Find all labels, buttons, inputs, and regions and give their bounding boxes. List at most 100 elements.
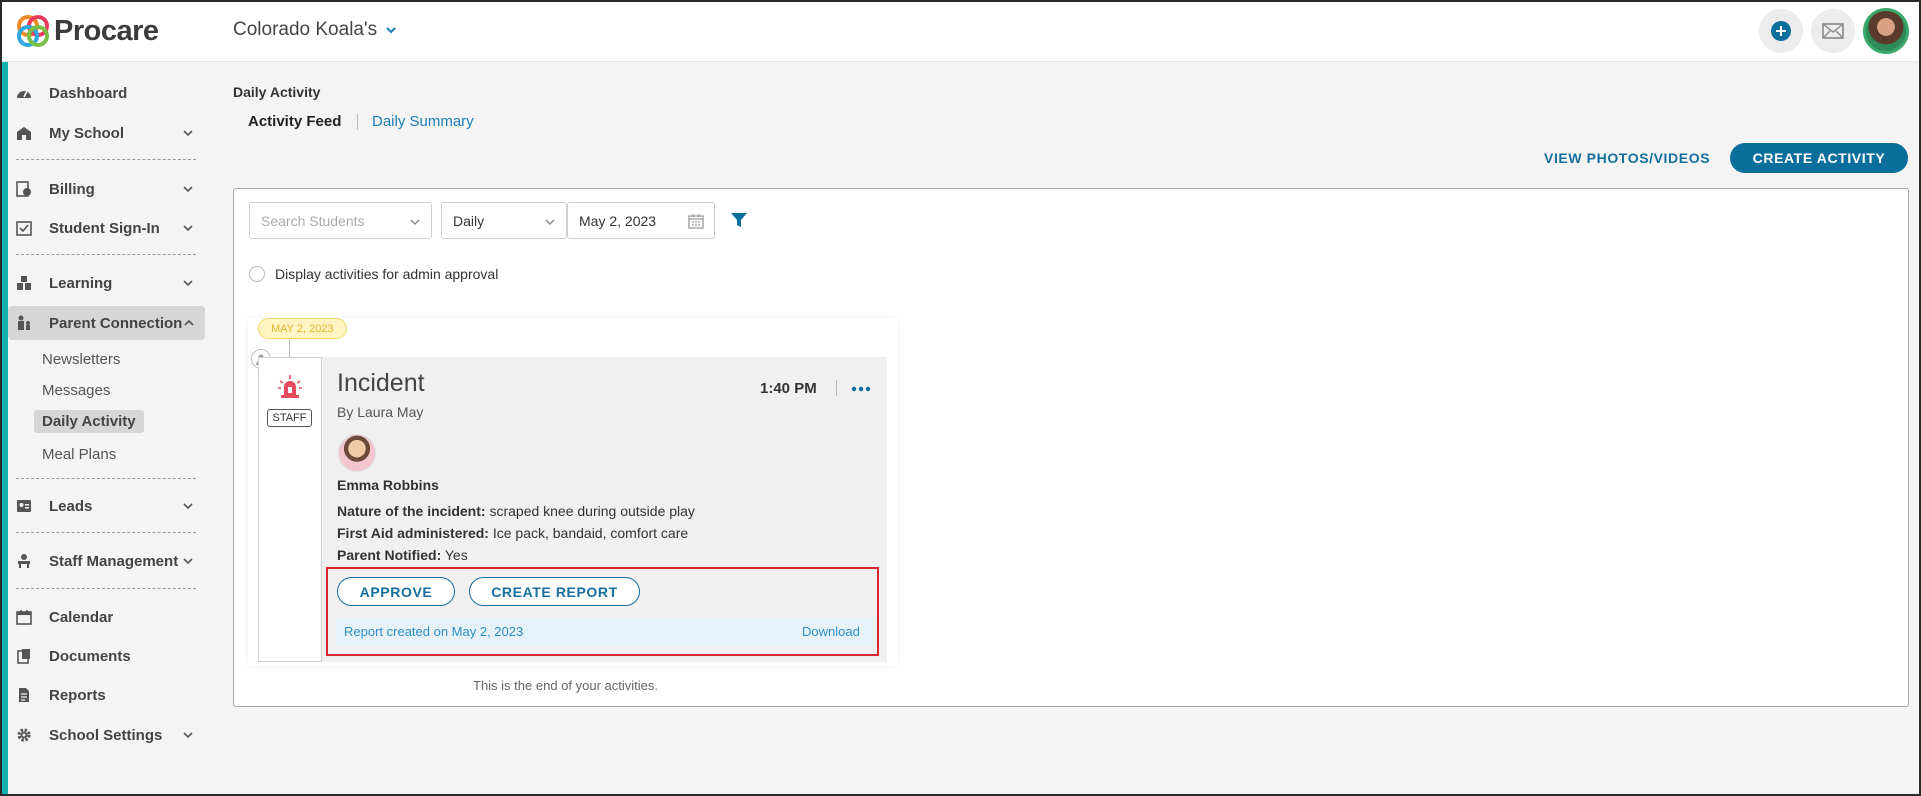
tab-activity-feed[interactable]: Activity Feed xyxy=(248,113,341,130)
end-of-activities-text: This is the end of your activities. xyxy=(473,678,658,693)
chevron-down-icon xyxy=(183,186,193,193)
radio-button[interactable] xyxy=(249,266,265,282)
messages-button[interactable] xyxy=(1811,9,1855,53)
calendar-icon xyxy=(16,609,32,625)
report-created-text: Report created on May 2, 2023 xyxy=(344,624,524,639)
chevron-down-icon xyxy=(183,503,193,510)
sidebar-subitem-daily-activity[interactable]: Daily Activity xyxy=(34,410,144,433)
more-options-icon[interactable] xyxy=(850,386,872,392)
calendar-icon xyxy=(688,214,704,229)
sidebar-item-dashboard[interactable]: Dashboard xyxy=(8,76,204,110)
divider xyxy=(16,478,196,479)
leads-icon xyxy=(16,498,32,514)
sidebar-item-reports[interactable]: Reports xyxy=(8,678,204,712)
billing-icon xyxy=(16,181,32,197)
user-avatar[interactable] xyxy=(1863,8,1909,54)
sidebar-item-label: My School xyxy=(49,124,125,142)
sidebar-item-label: Dashboard xyxy=(49,84,128,102)
student-avatar[interactable] xyxy=(338,434,376,472)
gear-icon xyxy=(16,727,32,743)
activity-time: 1:40 PM xyxy=(760,380,817,397)
sidebar-item-label: Leads xyxy=(49,497,93,515)
period-value: Daily xyxy=(453,212,485,229)
chevron-down-icon xyxy=(183,225,193,232)
sidebar-item-label: Learning xyxy=(49,274,113,292)
create-report-button[interactable]: CREATE REPORT xyxy=(469,577,640,606)
date-badge: MAY 2, 2023 xyxy=(258,318,347,339)
staff-icon xyxy=(16,553,32,569)
first-aid: First Aid administered: Ice pack, bandai… xyxy=(337,525,688,541)
detail-label: Parent Notified: xyxy=(337,547,442,563)
period-select[interactable]: Daily xyxy=(441,202,567,239)
chevron-down-icon xyxy=(183,558,193,565)
page-title: Daily Activity xyxy=(233,84,321,100)
sidebar-item-label: Documents xyxy=(49,647,131,665)
staff-badge: STAFF xyxy=(267,409,312,427)
parent-icon xyxy=(16,315,32,331)
sidebar-item-parent-connection[interactable]: Parent Connection xyxy=(8,306,205,340)
download-link[interactable]: Download xyxy=(802,624,860,639)
sidebar-subitem-newsletters[interactable]: Newsletters xyxy=(34,348,128,371)
sidebar-item-label: Parent Connection xyxy=(49,314,183,332)
school-name: Colorado Koala's xyxy=(233,19,378,40)
tab-daily-summary[interactable]: Daily Summary xyxy=(372,113,474,130)
top-bar: Procare Colorado Koala's xyxy=(0,0,1921,62)
divider xyxy=(16,254,196,255)
sidebar-item-learning[interactable]: Learning xyxy=(8,266,204,300)
search-students-select[interactable]: Search Students xyxy=(249,202,432,239)
sidebar-item-leads[interactable]: Leads xyxy=(8,489,204,523)
procare-logo[interactable]: Procare xyxy=(14,12,159,50)
sidebar-item-staff-management[interactable]: Staff Management xyxy=(8,544,204,578)
sidebar-item-school-settings[interactable]: School Settings xyxy=(8,718,204,752)
date-picker[interactable]: May 2, 2023 xyxy=(567,202,715,239)
siren-icon xyxy=(278,375,302,398)
procare-logo-icon xyxy=(17,15,49,47)
documents-icon xyxy=(16,648,32,664)
search-students-placeholder: Search Students xyxy=(261,212,365,229)
plus-circle-icon xyxy=(1771,21,1791,41)
sidebar-item-label: School Settings xyxy=(49,726,163,744)
chevron-down-icon xyxy=(545,219,555,225)
detail-label: Nature of the incident: xyxy=(337,503,486,519)
chevron-down-icon xyxy=(386,27,396,34)
sidebar-item-label: Student Sign-In xyxy=(49,219,160,237)
divider xyxy=(16,532,196,533)
sidebar-item-documents[interactable]: Documents xyxy=(8,639,204,673)
sidebar-item-calendar[interactable]: Calendar xyxy=(8,600,204,634)
brand-name: Procare xyxy=(54,14,159,47)
sidebar-subitem-meal-plans[interactable]: Meal Plans xyxy=(34,443,124,466)
school-icon xyxy=(16,125,32,141)
filter-icon[interactable] xyxy=(730,211,748,229)
sidebar-item-label: Staff Management xyxy=(49,552,179,570)
sidebar-item-label: Billing xyxy=(49,180,95,198)
divider xyxy=(16,588,196,589)
approve-button[interactable]: APPROVE xyxy=(337,577,455,606)
chevron-down-icon xyxy=(410,219,420,225)
reports-icon xyxy=(16,687,32,703)
incident-nature: Nature of the incident: scraped knee dur… xyxy=(337,503,695,519)
divider xyxy=(16,159,196,160)
school-selector[interactable]: Colorado Koala's xyxy=(233,19,397,41)
create-activity-button[interactable]: CREATE ACTIVITY xyxy=(1730,143,1908,173)
activity-title: Incident xyxy=(337,369,425,397)
sidebar-item-student-sign-in[interactable]: Student Sign-In xyxy=(8,211,204,245)
detail-value: Ice pack, bandaid, comfort care xyxy=(492,525,689,541)
sidebar-item-billing[interactable]: Billing xyxy=(8,172,204,206)
dashboard-icon xyxy=(16,85,32,101)
sidebar-item-my-school[interactable]: My School xyxy=(8,116,204,150)
sidebar-subitem-messages[interactable]: Messages xyxy=(34,379,118,402)
parent-notified: Parent Notified: Yes xyxy=(337,547,468,563)
admin-approval-toggle[interactable]: Display activities for admin approval xyxy=(249,266,498,282)
detail-value: scraped knee during outside play xyxy=(489,503,695,519)
chevron-down-icon xyxy=(183,130,193,137)
sidebar-item-label: Calendar xyxy=(49,608,114,626)
activity-author: By Laura May xyxy=(337,404,424,420)
timeline-line xyxy=(289,339,290,357)
chevron-down-icon xyxy=(183,732,193,739)
view-photos-videos-link[interactable]: VIEW PHOTOS/VIDEOS xyxy=(1544,150,1710,166)
add-button[interactable] xyxy=(1759,9,1803,53)
student-name: Emma Robbins xyxy=(337,477,439,493)
learning-icon xyxy=(16,275,32,291)
staff-column xyxy=(258,357,322,662)
envelope-icon xyxy=(1822,23,1844,39)
